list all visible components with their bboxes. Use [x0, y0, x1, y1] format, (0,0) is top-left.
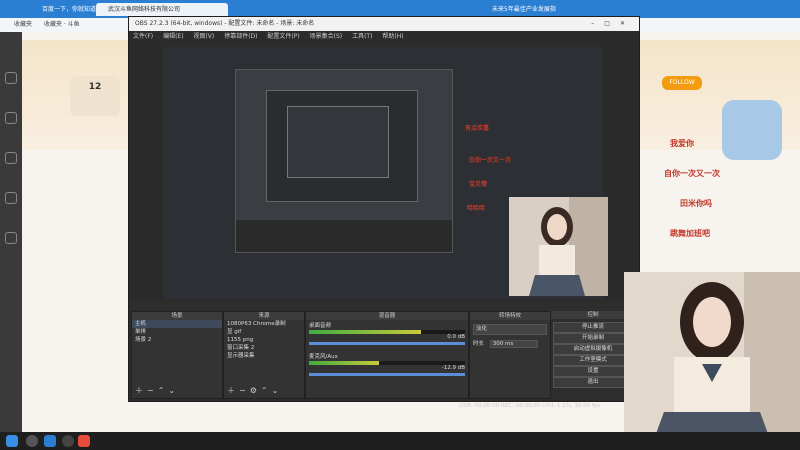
scene-item[interactable]: 场景 2: [132, 336, 222, 344]
obs-menu-bar: 文件(F) 编辑(E) 视图(V) 停靠部件(D) 配置文件(P) 场景集合(S…: [129, 31, 639, 42]
sticker-text: 哈哈哈: [467, 205, 486, 212]
source-item[interactable]: 窗口采集 2: [224, 344, 304, 352]
taskbar: [0, 432, 800, 450]
nav-item[interactable]: [2, 190, 20, 216]
left-nav: [0, 32, 22, 432]
nested-capture: [266, 90, 418, 202]
volume-meter-fill: [309, 361, 380, 365]
browser-tab[interactable]: 百度一下，你就知道: [30, 3, 102, 16]
menu-item[interactable]: 配置文件(P): [267, 33, 299, 40]
browser-tab[interactable]: 武汉斗鱼网络科技有限公司: [96, 3, 228, 16]
dock-header: 转场特效: [470, 312, 550, 320]
game-icon: [5, 232, 17, 244]
settings-button[interactable]: 设置: [553, 366, 633, 377]
transition-select[interactable]: 淡化: [473, 324, 547, 335]
webcam-photo-art: [624, 272, 800, 450]
live-icon: [5, 112, 17, 124]
dock-header: 场景: [132, 312, 222, 320]
sources-dock: 来源 1080P63 Chrome录制 显 gif 1155 png 窗口采集 …: [223, 311, 305, 399]
stop-streaming-button[interactable]: 停止推流: [553, 322, 633, 333]
nested-capture: [287, 106, 389, 178]
webcam-photo: [624, 272, 800, 450]
scene-item[interactable]: 主机: [132, 320, 222, 328]
studio-mode-button[interactable]: 工作室模式: [553, 355, 633, 366]
bookmark-item[interactable]: 收藏夹: [14, 21, 32, 28]
webcam-photo: [509, 197, 608, 296]
scenes-dock: 场景 主机 单排 场景 2 ＋−⌃⌄: [131, 311, 223, 399]
category-icon: [5, 152, 17, 164]
menu-item[interactable]: 文件(F): [133, 33, 153, 40]
browser-tab[interactable]: 未来5年最佳产业发展指: [480, 3, 582, 16]
source-item[interactable]: 显 gif: [224, 328, 304, 336]
source-toolbar[interactable]: ＋−⚙⌃⌄: [227, 385, 282, 396]
mixer-db: 0.0 dB: [447, 334, 465, 340]
bookmark-item[interactable]: 收藏夹 · 斗鱼: [44, 21, 80, 28]
nested-obs-docks: [236, 220, 452, 252]
sticker-text: 白你一次又一次: [469, 157, 512, 164]
duration-label: 时长: [473, 341, 485, 347]
nav-item[interactable]: [2, 110, 20, 136]
volume-meter-fill: [309, 330, 422, 334]
obs-title: OBS 27.2.3 (64-bit, windows) - 配置文件: 未命名…: [135, 20, 315, 27]
menu-item[interactable]: 帮助(H): [382, 33, 403, 40]
home-icon: [5, 72, 17, 84]
virtual-camera-button[interactable]: 启动虚拟摄像机: [553, 344, 633, 355]
scene-toolbar[interactable]: ＋−⌃⌄: [135, 385, 179, 396]
source-item[interactable]: 1080P63 Chrome录制: [224, 320, 304, 328]
start-icon[interactable]: [6, 435, 18, 447]
dock-header: 来源: [224, 312, 304, 320]
status-bar: LIVE: 00:00:00 REC: 00:00:00 CPU: 1.1%, …: [459, 403, 601, 409]
dock-header: 控制: [551, 311, 635, 319]
stat-widget: 12: [70, 76, 120, 116]
sticker-text: 自你一次又一次: [664, 169, 720, 178]
volume-slider[interactable]: [309, 373, 465, 376]
video-icon: [5, 192, 17, 204]
browser-icon[interactable]: [44, 435, 56, 447]
sticker-area: 我爱你 自你一次又一次 田米你吗 跳舞加班吧: [640, 130, 800, 270]
nav-item[interactable]: [2, 70, 20, 96]
menu-item[interactable]: 工具(T): [352, 33, 372, 40]
obs-title-bar: OBS 27.2.3 (64-bit, windows) - 配置文件: 未命名…: [129, 17, 639, 31]
stat-number: 12: [88, 82, 102, 92]
duration-input[interactable]: 300 ms: [489, 340, 538, 348]
obs-icon[interactable]: [62, 435, 74, 447]
mixer-db: -12.9 dB: [441, 365, 465, 371]
volume-slider[interactable]: [309, 342, 465, 345]
dock-header: 混音器: [306, 312, 468, 320]
menu-item[interactable]: 视图(V): [193, 33, 214, 40]
nav-item[interactable]: [2, 230, 20, 256]
menu-item[interactable]: 停靠部件(D): [224, 33, 257, 40]
nav-item[interactable]: [2, 150, 20, 176]
transitions-dock: 转场特效 淡化 时长 300 ms: [469, 311, 551, 399]
sticker-text: 宝贝情: [469, 181, 488, 188]
exit-button[interactable]: 退出: [553, 377, 633, 388]
sticker-text: 跳舞加班吧: [670, 229, 710, 238]
douyu-icon[interactable]: [78, 435, 90, 447]
search-icon[interactable]: [26, 435, 38, 447]
window-controls[interactable]: –□✕: [591, 17, 635, 31]
follow-badge[interactable]: FOLLOW: [662, 76, 702, 90]
mixer-channel-name: 麦克风/Aux: [309, 354, 338, 360]
mixer-channel-name: 桌面音频: [309, 323, 332, 329]
menu-item[interactable]: 场景集合(S): [310, 33, 343, 40]
nested-capture: [235, 69, 453, 253]
volume-meter: [309, 361, 465, 365]
source-item[interactable]: 显示器采集: [224, 352, 304, 360]
mixer-dock: 混音器 桌面音频 0.0 dB 麦克风/Aux -12.9 dB: [305, 311, 469, 399]
source-item[interactable]: 1155 png: [224, 336, 304, 344]
start-recording-button[interactable]: 开始录制: [553, 333, 633, 344]
sticker-text: 有点欢喜: [465, 125, 490, 132]
webcam-photo-art: [509, 197, 608, 296]
obs-docks: 场景 主机 单排 场景 2 ＋−⌃⌄ 来源 1080P63 Chrome录制 显…: [129, 301, 639, 409]
sticker-text: 田米你吗: [680, 199, 712, 208]
scene-item[interactable]: 单排: [132, 328, 222, 336]
sticker-text: 我爱你: [670, 139, 694, 148]
menu-item[interactable]: 编辑(E): [163, 33, 183, 40]
follow-badge-label: FOLLOW: [669, 79, 695, 86]
volume-meter: [309, 330, 465, 334]
